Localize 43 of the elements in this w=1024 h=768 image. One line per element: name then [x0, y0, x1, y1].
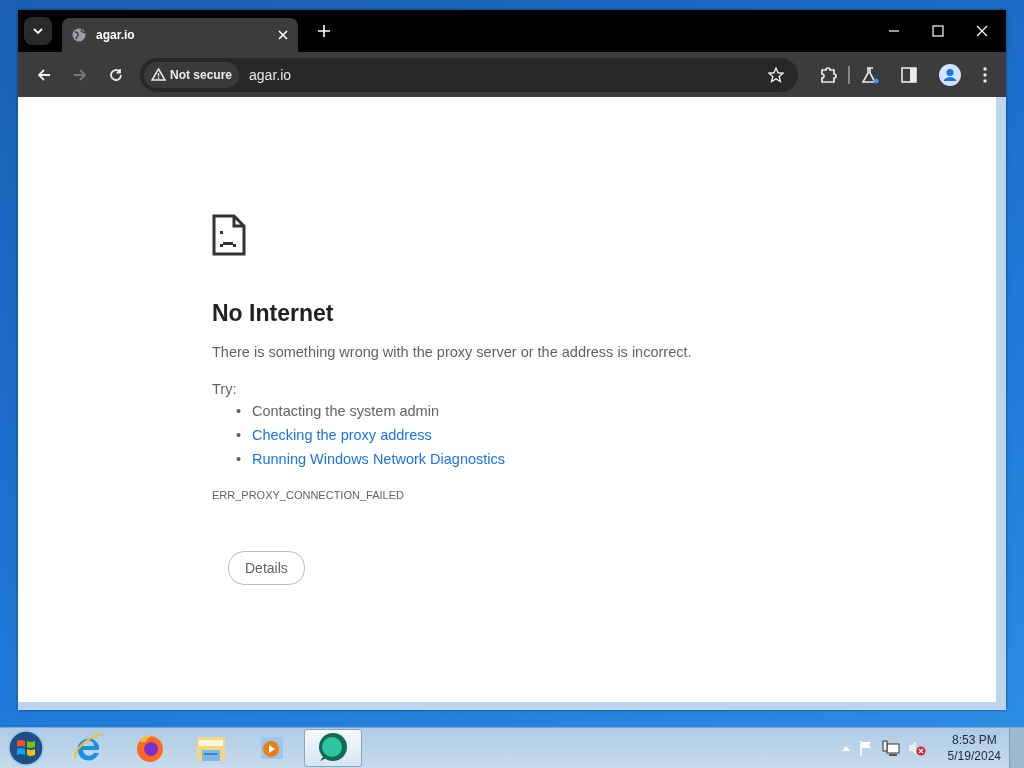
- bullet: •: [236, 450, 243, 469]
- suggestion-text: Contacting the system admin: [252, 402, 439, 421]
- details-button[interactable]: Details: [228, 551, 305, 585]
- close-tab-icon[interactable]: [278, 30, 288, 40]
- close-icon[interactable]: [976, 25, 988, 37]
- flask-icon[interactable]: [861, 65, 879, 84]
- taskbar-app[interactable]: [304, 729, 362, 767]
- side-panel-icon[interactable]: [901, 66, 917, 83]
- bullet: •: [236, 402, 243, 421]
- url-text: agar.io: [249, 66, 292, 83]
- warning-icon: [151, 68, 166, 81]
- tab-search-button[interactable]: [24, 17, 52, 45]
- try-label: Try:: [212, 381, 238, 397]
- network-icon[interactable]: [881, 740, 900, 756]
- error-code: ERR_PROXY_CONNECTION_FAILED: [212, 489, 405, 501]
- menu-icon[interactable]: [983, 66, 987, 83]
- error-title: No Internet: [212, 300, 335, 327]
- error-message: There is something wrong with the proxy server or the address is incorrect.: [212, 344, 693, 360]
- tab-title: agar.io: [96, 28, 136, 42]
- sad-page-icon: [212, 214, 246, 256]
- caret-icon: [33, 28, 43, 34]
- maximize-icon[interactable]: [932, 25, 944, 37]
- globe-icon: [72, 28, 86, 42]
- new-tab-icon[interactable]: [318, 25, 330, 37]
- bullet: •: [236, 426, 243, 445]
- start-button[interactable]: [8, 730, 44, 766]
- clock-date: 5/19/2024: [947, 748, 1001, 764]
- address-bar[interactable]: Not secure agar.io: [140, 57, 798, 92]
- puzzle-icon[interactable]: [819, 65, 837, 84]
- play-icon: [258, 734, 286, 762]
- suggestion-link[interactable]: Running Windows Network Diagnostics: [252, 447, 506, 471]
- security-label: Not secure: [170, 67, 233, 82]
- back-icon[interactable]: [37, 67, 51, 82]
- profile-icon[interactable]: [939, 63, 961, 86]
- clock[interactable]: 8:53 PM 5/19/2024: [947, 732, 1001, 764]
- security-chip[interactable]: Not secure: [144, 61, 240, 88]
- browser-tab[interactable]: agar.io: [62, 18, 298, 52]
- forward-icon[interactable]: [73, 67, 87, 82]
- star-icon[interactable]: [768, 66, 784, 83]
- clock-time: 8:53 PM: [951, 732, 997, 748]
- suggestion-link[interactable]: Checking the proxy address: [252, 423, 432, 447]
- reload-icon[interactable]: [109, 67, 123, 82]
- muted-speaker-icon[interactable]: [907, 740, 926, 756]
